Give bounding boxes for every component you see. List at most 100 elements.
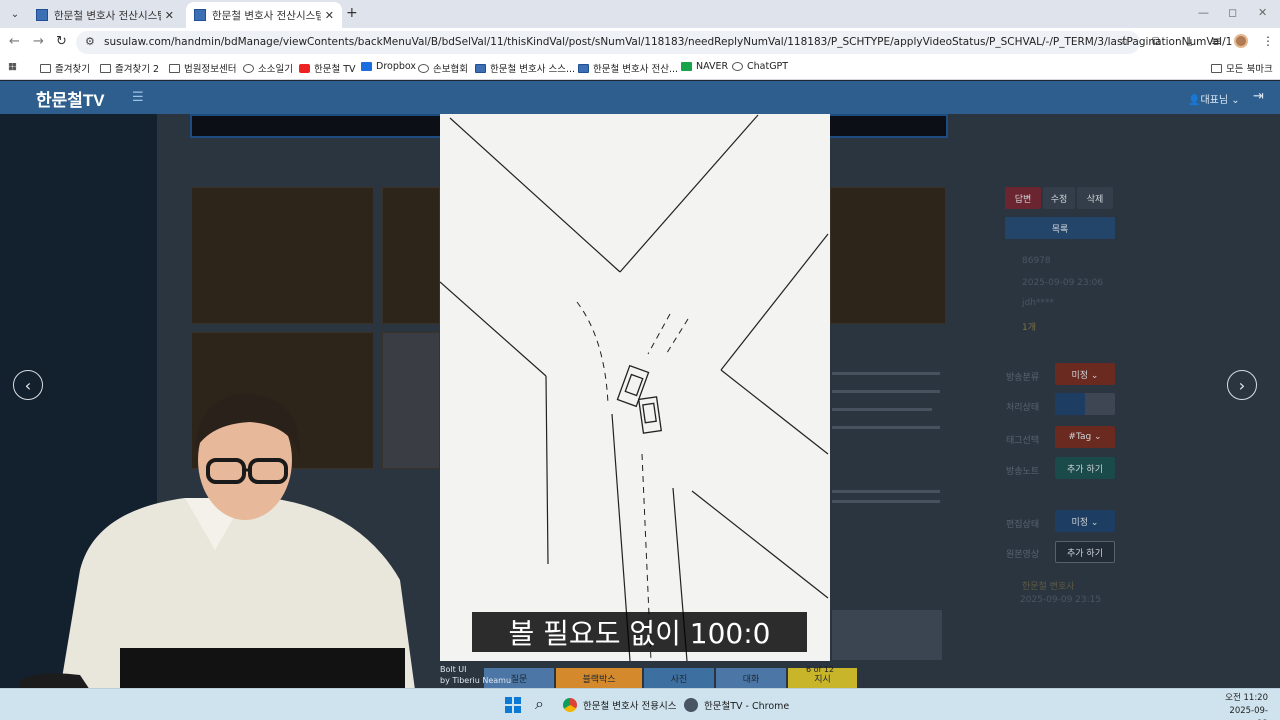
attachment-thumbnail[interactable] [830,187,946,324]
credit-line-1: Bolt UI [440,665,467,674]
logout-icon[interactable]: ⇥ [1253,89,1264,104]
bookmark-label: ChatGPT [747,61,789,72]
bookmark-item[interactable]: 한문철 변호사 스스... [475,61,575,75]
slide-pager: 6 of 12 [806,665,835,674]
reload-icon[interactable]: ↻ [56,34,67,49]
edit-status-label: 편집상태 [1006,520,1040,530]
intersection-sketch [440,114,829,661]
back-icon[interactable]: ← [9,34,20,49]
folder-icon [1211,63,1222,73]
tab-close-icon[interactable]: ✕ [325,9,334,22]
bookmark-item[interactable]: 한문철 TV [299,61,356,75]
chrome-menu-icon[interactable]: ⋮ [1262,34,1274,48]
process-status-toggle[interactable] [1055,393,1115,415]
chrome-profile-icon [684,698,698,712]
bookmark-star-icon[interactable]: ☆ [1118,34,1130,49]
minimize-icon[interactable]: — [1198,6,1209,19]
bookmarks-bar: ▦ 즐겨찾기 즐겨찾기 2 법원정보센터 소소일기 한문철 TV Dropbox… [0,56,1280,80]
list-button[interactable]: 목록 [1005,217,1115,239]
tab-search-icon[interactable]: ⌄ [6,5,24,23]
extensions-icon[interactable]: ⧉ [1152,34,1161,49]
bookmark-item[interactable]: 즐겨찾기 [40,61,90,75]
bookmark-label: Dropbox [376,61,417,72]
delete-button[interactable]: 삭제 [1077,187,1113,209]
taskbar-app-chrome-2[interactable]: 한문철TV - Chrome [684,698,789,712]
video-credit: Bolt UI by Tiberiu Neamu [440,664,511,686]
broadcast-note-add-button[interactable]: 추가 하기 [1055,457,1115,479]
browser-tab-2[interactable]: 한문철 변호사 전산시스템 ✕ [186,2,342,28]
tab-title: 한문철 변호사 전산시스템 [54,9,161,22]
bookmark-item[interactable]: ChatGPT [732,61,788,72]
clock-date: 2025-09-12 [1229,706,1268,720]
bookmark-item[interactable]: NAVER [681,61,728,72]
original-video-add-button[interactable]: 추가 하기 [1055,541,1115,563]
links-count[interactable]: 1개 [1022,320,1036,333]
attachment-thumbnail[interactable] [382,187,440,324]
site-header: 한문철TV ☰ 👤대표님 ⌄ ⇥ [0,81,1280,114]
bookmark-item[interactable]: 한문철 변호사 전산... [578,61,678,75]
tag-label: 태그선택 [1006,436,1040,446]
site-favicon-icon [578,63,589,73]
ctrl-photo[interactable]: 사진 [644,668,714,688]
menu-icon[interactable]: ☰ [132,90,144,105]
site-logo[interactable]: 한문철TV [36,86,105,111]
link-icon [418,63,429,73]
bookmark-item[interactable]: 소소일기 [243,61,293,75]
taskbar-app-label: 한문철 변호사 전용시스 [583,701,677,712]
attachment-thumbnail[interactable] [191,187,374,324]
taskbar-search-icon[interactable]: ⌕ [535,694,544,714]
faint-text [832,490,940,493]
accident-sketch-video[interactable] [440,114,830,661]
faint-text [832,390,940,393]
close-window-icon[interactable]: ✕ [1258,6,1267,19]
browser-tab-1[interactable]: 한문철 변호사 전산시스템 ✕ [28,2,182,28]
faint-text [832,372,940,375]
url-text[interactable]: susulaw.com/handmin/bdManage/viewContent… [104,36,1232,48]
bookmark-item[interactable]: 손보협회 [418,61,468,75]
user-menu[interactable]: 👤대표님 ⌄ [1188,91,1240,106]
bookmark-item[interactable]: 법원정보센터 [169,61,236,75]
ctrl-talk[interactable]: 대화 [716,668,786,688]
taskbar-app-chrome-1[interactable]: 한문철 변호사 전용시스 [563,698,676,712]
naver-icon [681,62,692,71]
post-id: 86978 [1022,256,1051,266]
bookmark-item[interactable]: Dropbox [361,61,416,72]
downloads-icon[interactable]: ⤓ [1187,34,1192,49]
original-video-label: 원본영상 [1006,550,1040,560]
presenter-video [0,380,440,690]
bookmark-label: NAVER [696,61,729,72]
tag-select[interactable]: #Tag ⌄ [1055,426,1115,448]
answer-button[interactable]: 답변 [1005,187,1041,209]
subtitle-caption: 볼 필요도 없이 100:0 [472,612,807,652]
broadcast-type-select[interactable]: 미정 ⌄ [1055,363,1115,385]
bookmark-label: 한문철 TV [314,64,356,75]
new-tab-icon[interactable]: + [346,5,358,21]
windows-start-icon[interactable] [505,697,521,713]
apps-grid-icon[interactable]: ▦ [8,61,17,72]
site-favicon-icon [36,9,48,21]
globe-icon [243,63,254,73]
broadcast-note-label: 방송노트 [1006,467,1040,477]
faint-text [832,500,940,503]
bookmark-label: 한문철 변호사 전산... [593,64,679,75]
bookmark-label: 손보협회 [433,64,468,75]
next-image-icon[interactable]: › [1227,370,1257,400]
ctrl-blackbox[interactable]: 블랙박스 [556,668,642,688]
bookmark-label: 한문철 변호사 스스... [490,64,576,75]
folder-icon [40,63,51,73]
site-info-icon[interactable]: ⚙ [85,35,95,48]
bookmark-item[interactable]: 즐겨찾기 2 [100,61,159,75]
forward-icon[interactable]: → [33,34,44,49]
bookmark-label: 모든 북마크 [1226,64,1273,75]
edit-status-select[interactable]: 미정 ⌄ [1055,510,1115,532]
bookmark-label: 법원정보센터 [184,64,237,75]
system-clock[interactable]: 오전 11:20 2025-09-12 [1222,692,1268,720]
tab-close-icon[interactable]: ✕ [165,9,174,22]
reading-list-icon[interactable]: ≡ [1211,34,1221,48]
all-bookmarks[interactable]: 모든 북마크 [1211,61,1273,75]
edit-button[interactable]: 수정 [1043,187,1075,209]
restore-icon[interactable]: ◻ [1228,6,1237,19]
profile-avatar[interactable] [1234,34,1248,48]
user-icon: 👤 [1188,95,1201,106]
address-bar[interactable]: ⚙ susulaw.com/handmin/bdManage/viewConte… [76,31,1232,54]
